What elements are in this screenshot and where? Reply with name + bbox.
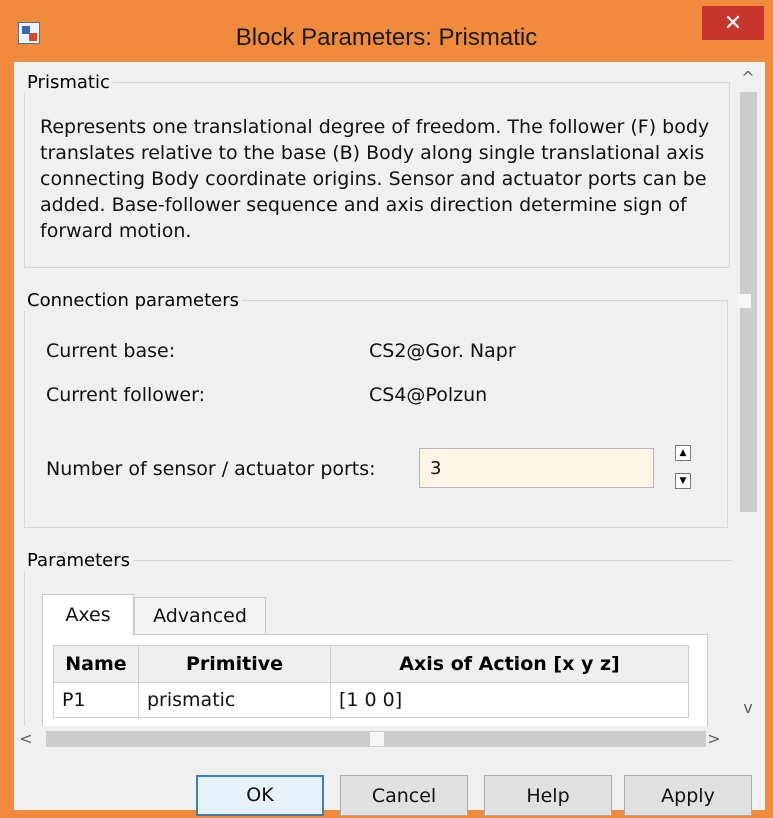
scroll-down-icon[interactable]: v — [738, 698, 758, 717]
tab-advanced[interactable]: Advanced — [134, 597, 266, 635]
column-header-name[interactable]: Name — [53, 645, 139, 683]
axes-tab-panel: Name Primitive Axis of Action [x y z] P1… — [42, 634, 708, 736]
cancel-button[interactable]: Cancel — [340, 775, 468, 816]
connection-parameters-label: Connection parameters — [27, 290, 239, 311]
ok-button[interactable]: OK — [196, 775, 324, 816]
dialog-client-area: Prismatic Represents one translational d… — [14, 62, 765, 816]
parameters-group-label: Parameters — [27, 550, 131, 571]
current-base-value: CS2@Gor. Napr — [369, 340, 516, 362]
ports-count-input[interactable] — [419, 448, 654, 488]
ports-label: Number of sensor / actuator ports: — [46, 458, 376, 480]
block-description: Represents one translational degree of f… — [40, 116, 710, 242]
cell-axis[interactable]: [1 0 0] — [330, 682, 689, 718]
cell-primitive[interactable]: prismatic — [138, 682, 331, 718]
parameters-scroll-area: Prismatic Represents one translational d… — [14, 62, 732, 736]
vertical-scrollbar[interactable]: ^ v — [732, 62, 765, 736]
table-header-row: Name Primitive Axis of Action [x y z] — [53, 645, 689, 683]
horizontal-scrollbar[interactable]: < > — [14, 726, 765, 752]
current-follower-value: CS4@Polzun — [369, 384, 488, 406]
column-header-axis[interactable]: Axis of Action [x y z] — [330, 645, 689, 683]
current-base-label: Current base: — [46, 340, 176, 362]
scroll-right-icon[interactable]: > — [704, 729, 724, 748]
connection-parameters-group: Connection parameters — [24, 290, 728, 528]
axes-table: Name Primitive Axis of Action [x y z] P1… — [53, 645, 689, 718]
tab-axes[interactable]: Axes — [42, 594, 134, 636]
title-bar[interactable]: Block Parameters: Prismatic ✕ — [0, 0, 773, 64]
spin-down-icon[interactable]: ▼ — [675, 473, 691, 489]
horizontal-thumb-grip — [370, 732, 384, 746]
help-button[interactable]: Help — [484, 775, 612, 816]
table-row: P1 prismatic [1 0 0] — [53, 682, 689, 718]
prismatic-group-label: Prismatic — [27, 72, 110, 93]
scroll-up-icon[interactable]: ^ — [738, 68, 758, 87]
cell-name[interactable]: P1 — [53, 682, 139, 718]
vertical-thumb-grip — [737, 294, 751, 308]
column-header-primitive[interactable]: Primitive — [138, 645, 331, 683]
spin-up-icon[interactable]: ▲ — [675, 445, 691, 461]
close-button[interactable]: ✕ — [702, 6, 764, 40]
window-title: Block Parameters: Prismatic — [235, 24, 538, 51]
block-parameters-window: Block Parameters: Prismatic ✕ Prismatic … — [0, 0, 773, 818]
apply-button[interactable]: Apply — [624, 775, 752, 816]
scroll-left-icon[interactable]: < — [16, 729, 36, 748]
current-follower-label: Current follower: — [46, 384, 206, 406]
